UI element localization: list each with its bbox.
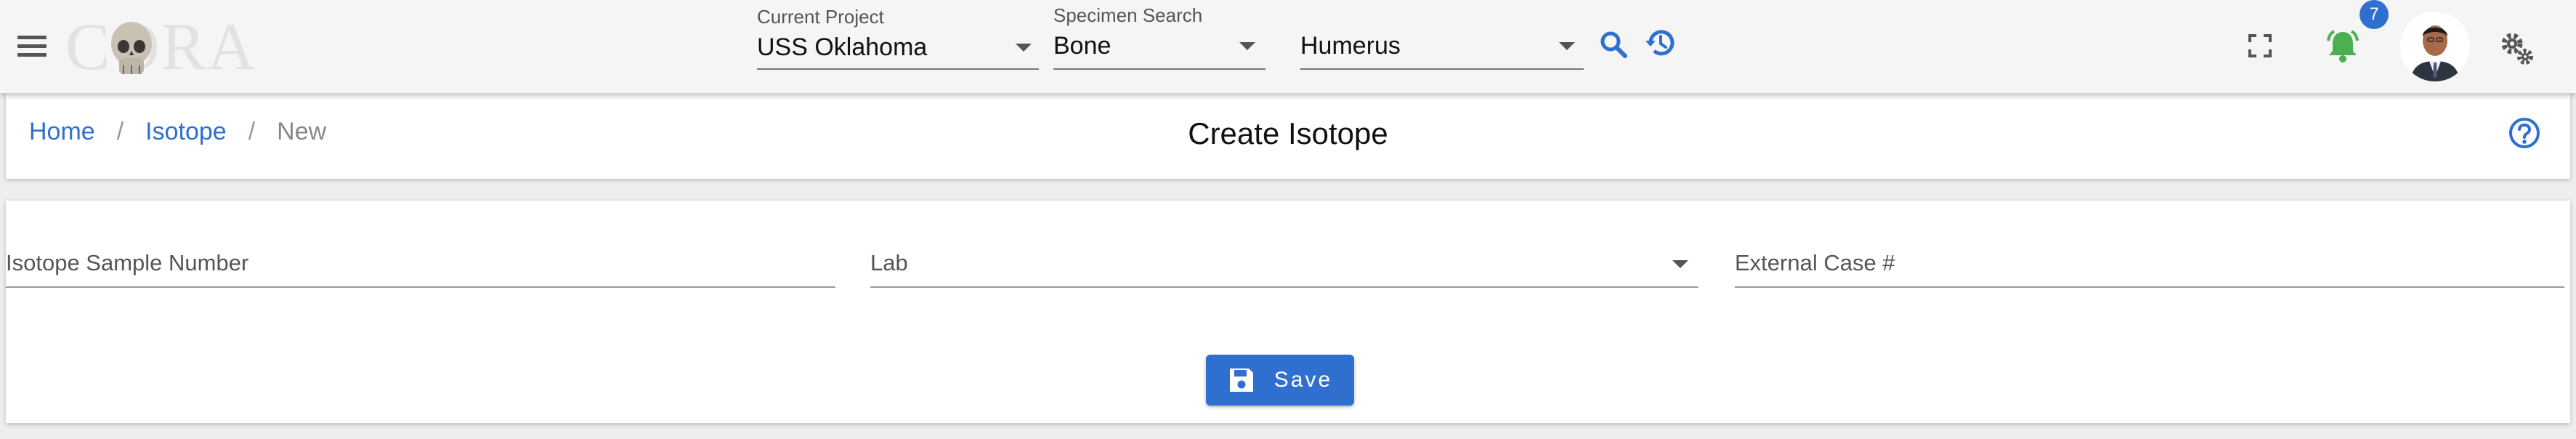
chevron-down-icon	[1559, 42, 1575, 50]
specimen-search-label: Specimen Search	[1053, 4, 1203, 26]
chevron-down-icon	[1239, 42, 1255, 50]
menu-icon[interactable]	[17, 29, 51, 63]
current-project-select[interactable]: USS Oklahoma	[757, 29, 1039, 70]
page-header-card: Home / Isotope / New Create Isotope	[6, 93, 2570, 179]
save-button[interactable]: Save	[1206, 355, 1354, 406]
settings-icon[interactable]	[2499, 31, 2535, 67]
lab-placeholder: Lab	[870, 250, 908, 275]
history-icon[interactable]	[1643, 26, 1677, 60]
save-button-label: Save	[1273, 368, 1333, 392]
current-project-label: Current Project	[757, 6, 884, 28]
skull-logo-icon	[111, 22, 152, 74]
chevron-down-icon	[1672, 260, 1688, 268]
fullscreen-icon[interactable]	[2248, 33, 2272, 58]
specimen-search-value: Bone	[1053, 32, 1111, 60]
app-logo: CORA	[65, 9, 257, 84]
element-select[interactable]: Humerus	[1300, 28, 1584, 70]
current-project-value: USS Oklahoma	[757, 33, 928, 61]
avatar[interactable]	[2400, 12, 2470, 81]
top-app-bar: CORA Current Project USS Oklahoma Specim…	[0, 0, 2576, 93]
external-case-placeholder: External Case #	[1735, 250, 1895, 275]
isotope-sample-number-field[interactable]: Isotope Sample Number	[6, 240, 835, 288]
specimen-search-select[interactable]: Bone	[1053, 28, 1265, 70]
chevron-down-icon	[1016, 44, 1032, 52]
page-title: Create Isotope	[1188, 116, 1388, 150]
external-case-field[interactable]: External Case #	[1735, 240, 2564, 288]
element-value: Humerus	[1300, 32, 1401, 60]
isotope-sample-number-placeholder: Isotope Sample Number	[6, 250, 249, 275]
notification-count-badge: 7	[2360, 0, 2389, 29]
floppy-disk-icon	[1229, 368, 1253, 392]
search-icon[interactable]	[1598, 29, 1629, 60]
lab-select[interactable]: Lab	[870, 240, 1698, 288]
bell-icon[interactable]	[2323, 28, 2362, 64]
help-icon[interactable]	[2508, 116, 2541, 150]
